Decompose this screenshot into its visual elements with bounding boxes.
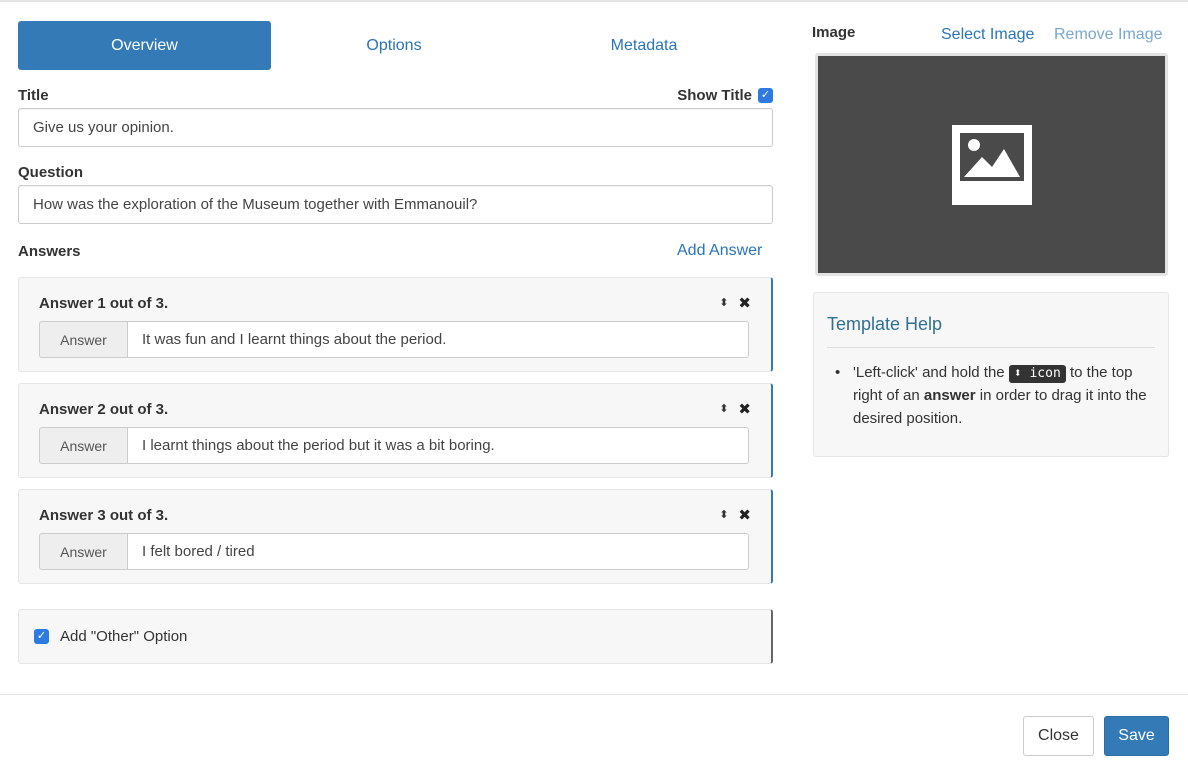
sort-icon-code: ⬍ icon xyxy=(1008,365,1066,383)
answer-input[interactable]: I learnt things about the period but it … xyxy=(127,427,749,464)
template-help-title: Template Help xyxy=(827,314,943,334)
help-list-item: 'Left-click' and hold the ⬍ icon to the … xyxy=(835,361,1153,430)
answer-input-group: Answer I felt bored / tired xyxy=(39,533,749,570)
show-title-label: Show Title xyxy=(677,87,752,104)
answer-panel: Answer 3 out of 3. ⬍ ✖ Answer I felt bor… xyxy=(18,489,773,584)
title-label: Title xyxy=(18,87,49,104)
close-button[interactable]: Close xyxy=(1023,716,1094,756)
answer-input-group: Answer I learnt things about the period … xyxy=(39,427,749,464)
close-icon[interactable]: ✖ xyxy=(738,294,751,312)
sort-handle-icon[interactable]: ⬍ xyxy=(719,297,728,309)
other-option-panel: ✓ Add "Other" Option xyxy=(18,609,773,664)
tab-metadata[interactable]: Metadata xyxy=(517,21,771,70)
answer-panel: Answer 1 out of 3. ⬍ ✖ Answer It was fun… xyxy=(18,277,773,372)
other-option-label: Add "Other" Option xyxy=(60,628,188,645)
answer-panel: Answer 2 out of 3. ⬍ ✖ Answer I learnt t… xyxy=(18,383,773,478)
answer-title: Answer 1 out of 3. xyxy=(39,295,169,312)
top-divider xyxy=(0,0,1188,2)
code-label: icon xyxy=(1029,366,1061,381)
sort-handle-icon[interactable]: ⬍ xyxy=(719,509,728,521)
help-bold-word: answer xyxy=(923,387,976,404)
add-answer-link[interactable]: Add Answer xyxy=(677,242,762,260)
template-help-panel: Template Help 'Left-click' and hold the … xyxy=(813,292,1169,457)
answer-input[interactable]: I felt bored / tired xyxy=(127,533,749,570)
help-text-before: 'Left-click' and hold the xyxy=(853,364,1005,381)
save-button[interactable]: Save xyxy=(1104,716,1169,756)
question-label: Question xyxy=(18,164,84,181)
answer-addon: Answer xyxy=(39,321,127,358)
answer-input-group: Answer It was fun and I learnt things ab… xyxy=(39,321,749,358)
answer-title: Answer 3 out of 3. xyxy=(39,507,169,524)
answer-title: Answer 2 out of 3. xyxy=(39,401,169,418)
show-title-toggle[interactable]: Show Title ✓ xyxy=(677,87,773,104)
footer-divider xyxy=(0,694,1188,695)
image-label: Image xyxy=(812,24,856,41)
select-image-link[interactable]: Select Image xyxy=(941,26,1034,44)
answer-input[interactable]: It was fun and I learnt things about the… xyxy=(127,321,749,358)
tab-bar: Overview Options Metadata xyxy=(18,21,773,70)
title-input[interactable]: Give us your opinion. xyxy=(18,108,773,147)
other-option-checkbox[interactable]: ✓ xyxy=(34,629,49,644)
answers-label: Answers xyxy=(18,243,81,260)
sort-handle-icon[interactable]: ⬍ xyxy=(719,403,728,415)
image-placeholder-icon xyxy=(951,124,1032,205)
close-icon[interactable]: ✖ xyxy=(738,506,751,524)
close-icon[interactable]: ✖ xyxy=(738,400,751,418)
question-input[interactable]: How was the exploration of the Museum to… xyxy=(18,185,773,224)
remove-image-link[interactable]: Remove Image xyxy=(1054,26,1163,44)
tab-overview[interactable]: Overview xyxy=(18,21,271,70)
answer-addon: Answer xyxy=(39,533,127,570)
image-preview[interactable] xyxy=(815,53,1168,276)
tab-options[interactable]: Options xyxy=(271,21,517,70)
answer-addon: Answer xyxy=(39,427,127,464)
help-divider xyxy=(827,347,1155,348)
show-title-checkbox[interactable]: ✓ xyxy=(758,88,773,103)
